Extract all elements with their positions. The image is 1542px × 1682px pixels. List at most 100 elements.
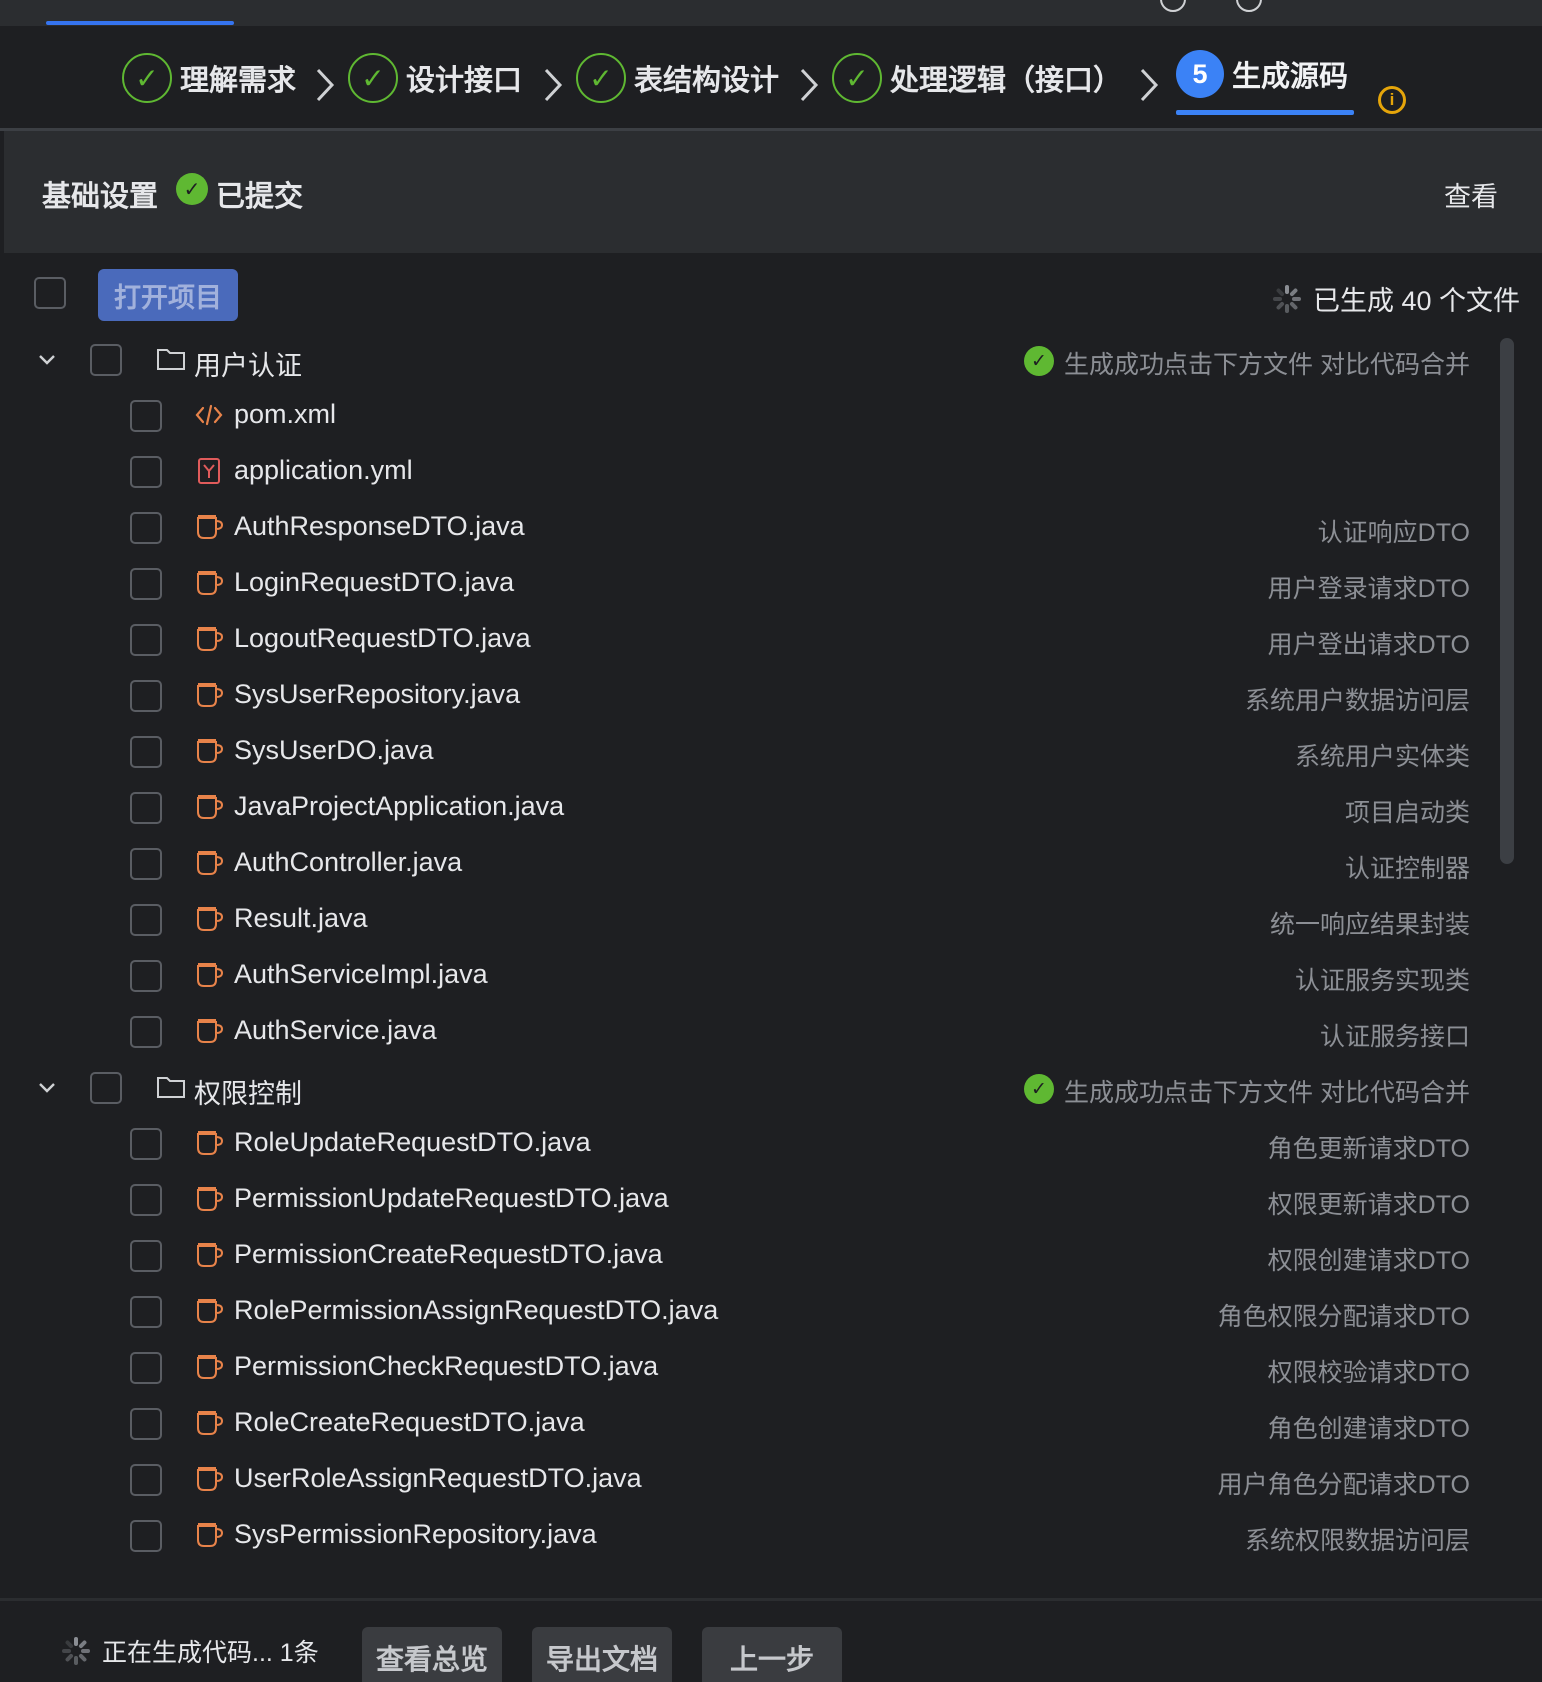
file-checkbox[interactable] bbox=[130, 1520, 162, 1552]
file-description: 权限创建请求DTO bbox=[1267, 1247, 1470, 1275]
file-checkbox[interactable] bbox=[130, 848, 162, 880]
folder-row[interactable]: 用户认证 ✓ 生成成功 点击下方文件 对比代码合并 bbox=[24, 332, 1494, 388]
file-checkbox[interactable] bbox=[130, 1240, 162, 1272]
folder-checkbox[interactable] bbox=[90, 1072, 122, 1104]
file-checkbox[interactable] bbox=[130, 1464, 162, 1496]
file-name: LoginRequestDTO.java bbox=[234, 567, 515, 597]
folder-checkbox[interactable] bbox=[90, 344, 122, 376]
file-name: LogoutRequestDTO.java bbox=[234, 623, 531, 653]
file-row[interactable]: SysPermissionRepository.java 系统权限数据访问层 bbox=[24, 1508, 1494, 1564]
java-icon bbox=[197, 1411, 224, 1435]
file-row[interactable]: UserRoleAssignRequestDTO.java 用户角色分配请求DTO bbox=[24, 1452, 1494, 1508]
java-icon bbox=[197, 1355, 224, 1379]
file-name: SysUserDO.java bbox=[234, 735, 434, 765]
xml-icon bbox=[195, 404, 223, 426]
file-checkbox[interactable] bbox=[130, 1016, 162, 1048]
folder-row[interactable]: 权限控制 ✓ 生成成功 点击下方文件 对比代码合并 bbox=[24, 1060, 1494, 1116]
file-name: pom.xml bbox=[234, 399, 337, 429]
check-circle-icon: ✓ bbox=[176, 173, 208, 205]
step-5-current[interactable]: 5 生成源码 bbox=[1176, 46, 1348, 102]
file-description: 认证控制器 bbox=[1344, 855, 1470, 883]
view-link[interactable]: 查看 bbox=[1444, 175, 1498, 214]
step-3[interactable]: ✓ 表结构设计 bbox=[576, 50, 779, 106]
file-row[interactable]: application.yml bbox=[24, 444, 1494, 500]
file-row[interactable]: PermissionCreateRequestDTO.java 权限创建请求DTO bbox=[24, 1228, 1494, 1284]
file-checkbox[interactable] bbox=[130, 624, 162, 656]
file-description: 系统用户数据访问层 bbox=[1244, 687, 1470, 715]
file-row[interactable]: SysUserDO.java 系统用户实体类 bbox=[24, 724, 1494, 780]
open-project-button[interactable]: 打开项目 bbox=[98, 269, 238, 321]
file-row[interactable]: Result.java 统一响应结果封装 bbox=[24, 892, 1494, 948]
file-checkbox[interactable] bbox=[130, 1184, 162, 1216]
loading-spinner-icon bbox=[62, 1637, 90, 1665]
step-1[interactable]: ✓ 理解需求 bbox=[122, 50, 296, 106]
file-checkbox[interactable] bbox=[130, 1408, 162, 1440]
export-doc-button[interactable]: 导出文档 bbox=[532, 1627, 672, 1682]
java-icon bbox=[197, 1523, 224, 1547]
file-checkbox[interactable] bbox=[130, 568, 162, 600]
file-checkbox[interactable] bbox=[130, 960, 162, 992]
chevron-right-icon bbox=[800, 68, 819, 102]
file-checkbox[interactable] bbox=[130, 736, 162, 768]
file-row[interactable]: pom.xml bbox=[24, 388, 1494, 444]
file-toolbar: 打开项目 已生成 40 个文件 bbox=[0, 253, 1542, 329]
file-row[interactable]: AuthServiceImpl.java 认证服务实现类 bbox=[24, 948, 1494, 1004]
file-description: 统一响应结果封装 bbox=[1269, 911, 1470, 939]
file-row[interactable]: AuthService.java 认证服务接口 bbox=[24, 1004, 1494, 1060]
file-checkbox[interactable] bbox=[130, 400, 162, 432]
file-row[interactable]: RoleCreateRequestDTO.java 角色创建请求DTO bbox=[24, 1396, 1494, 1452]
java-icon bbox=[197, 1299, 224, 1323]
file-checkbox[interactable] bbox=[130, 1352, 162, 1384]
java-icon bbox=[197, 683, 224, 707]
file-checkbox[interactable] bbox=[130, 680, 162, 712]
java-icon bbox=[197, 1019, 224, 1043]
folder-name: 权限控制 bbox=[194, 1079, 302, 1109]
submitted-status: 已提交 bbox=[216, 181, 304, 213]
generation-success-label: 生成成功 bbox=[1064, 1079, 1165, 1107]
file-name: AuthServiceImpl.java bbox=[234, 959, 488, 989]
generation-success-label: 生成成功 bbox=[1064, 351, 1165, 379]
file-row[interactable]: AuthController.java 认证控制器 bbox=[24, 836, 1494, 892]
folder-name: 用户认证 bbox=[194, 351, 302, 381]
chevron-down-icon[interactable] bbox=[36, 1078, 58, 1098]
step-4[interactable]: ✓ 处理逻辑（接口） bbox=[832, 50, 1122, 106]
file-checkbox[interactable] bbox=[130, 904, 162, 936]
java-icon bbox=[197, 1131, 224, 1155]
java-icon bbox=[197, 515, 224, 539]
file-checkbox[interactable] bbox=[130, 512, 162, 544]
step-label: 处理逻辑（接口） bbox=[890, 65, 1123, 97]
step-label: 生成源码 bbox=[1232, 61, 1349, 93]
file-row[interactable]: PermissionUpdateRequestDTO.java 权限更新请求DTO bbox=[24, 1172, 1494, 1228]
check-circle-icon: ✓ bbox=[122, 53, 172, 103]
file-name: AuthController.java bbox=[234, 847, 463, 877]
bottom-action-bar: 正在生成代码... 1条 查看总览 导出文档 上一步 bbox=[0, 1598, 1542, 1682]
step-2[interactable]: ✓ 设计接口 bbox=[348, 50, 522, 106]
file-checkbox[interactable] bbox=[130, 792, 162, 824]
file-row[interactable]: AuthResponseDTO.java 认证响应DTO bbox=[24, 500, 1494, 556]
file-row[interactable]: JavaProjectApplication.java 项目启动类 bbox=[24, 780, 1494, 836]
file-description: 角色权限分配请求DTO bbox=[1217, 1303, 1470, 1331]
file-row[interactable]: RolePermissionAssignRequestDTO.java 角色权限分… bbox=[24, 1284, 1494, 1340]
file-row[interactable]: LogoutRequestDTO.java 用户登出请求DTO bbox=[24, 612, 1494, 668]
step-label: 表结构设计 bbox=[634, 65, 780, 97]
overview-button[interactable]: 查看总览 bbox=[362, 1627, 502, 1682]
file-row[interactable]: PermissionCheckRequestDTO.java 权限校验请求DTO bbox=[24, 1340, 1494, 1396]
scrollbar-thumb[interactable] bbox=[1500, 338, 1514, 864]
file-description: 系统用户实体类 bbox=[1294, 743, 1470, 771]
file-row[interactable]: RoleUpdateRequestDTO.java 角色更新请求DTO bbox=[24, 1116, 1494, 1172]
file-name: RoleUpdateRequestDTO.java bbox=[234, 1127, 591, 1157]
info-icon[interactable]: i bbox=[1378, 86, 1406, 114]
file-checkbox[interactable] bbox=[130, 456, 162, 488]
prev-step-button[interactable]: 上一步 bbox=[702, 1627, 842, 1682]
file-name: SysPermissionRepository.java bbox=[234, 1519, 597, 1549]
select-all-checkbox[interactable] bbox=[34, 277, 66, 309]
help-icon[interactable] bbox=[1236, 0, 1262, 12]
file-name: AuthResponseDTO.java bbox=[234, 511, 525, 541]
chevron-down-icon[interactable] bbox=[36, 350, 58, 370]
user-icon[interactable] bbox=[1160, 0, 1186, 12]
file-row[interactable]: SysUserRepository.java 系统用户数据访问层 bbox=[24, 668, 1494, 724]
file-row[interactable]: LoginRequestDTO.java 用户登录请求DTO bbox=[24, 556, 1494, 612]
generation-status-text: 正在生成代码... 1条 bbox=[102, 1639, 319, 1667]
file-checkbox[interactable] bbox=[130, 1296, 162, 1328]
file-checkbox[interactable] bbox=[130, 1128, 162, 1160]
